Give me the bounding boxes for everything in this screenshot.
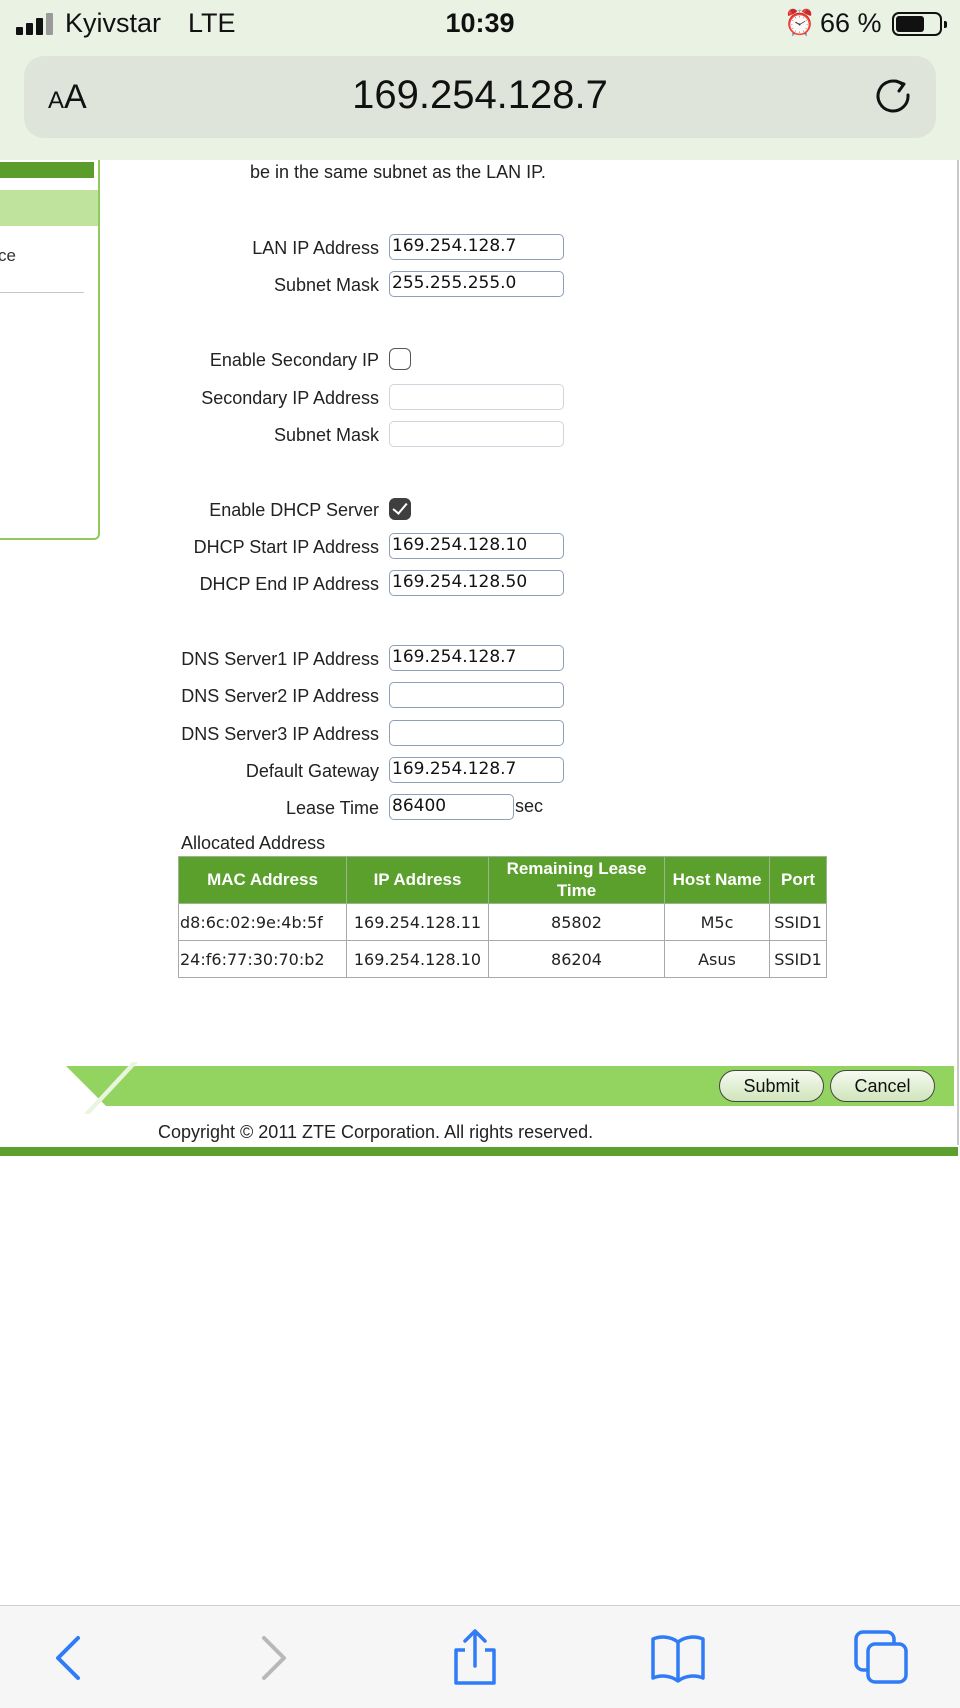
lease-remaining-cell: 86204 (488, 940, 665, 978)
copyright-text: Copyright © 2011 ZTE Corporation. All ri… (158, 1122, 594, 1142)
sidebar-header (0, 162, 94, 178)
column-header: IP Address (346, 856, 489, 904)
lan-ip-input[interactable]: 169.254.128.7 (389, 234, 564, 260)
column-header: Host Name (664, 856, 770, 904)
mac-address-cell: 24:f6:77:30:70:b2 (178, 940, 347, 978)
dns1-row: DNS Server1 IP Address 169.254.128.7 (0, 645, 960, 675)
dhcp-end-label: DHCP End IP Address (199, 574, 379, 594)
back-icon[interactable] (40, 1628, 100, 1688)
secondary-ip-enable-row: Enable Secondary IP (0, 346, 960, 376)
lease-time-label: Lease Time (285, 798, 379, 818)
forward-icon[interactable] (242, 1628, 302, 1688)
column-header: MAC Address (178, 856, 347, 904)
lan-ip-label: LAN IP Address (252, 238, 379, 258)
table-header-row: MAC Address IP Address Remaining Lease T… (178, 856, 827, 904)
action-bar: Submit Cancel (66, 1062, 954, 1114)
lease-time-unit: sec (515, 796, 544, 816)
dns1-input[interactable]: 169.254.128.7 (389, 645, 564, 671)
intro-text: be in the same subnet as the LAN IP. (250, 162, 546, 182)
secondary-mask-input[interactable] (389, 421, 564, 447)
dhcp-enable-label: Enable DHCP Server (209, 500, 379, 520)
battery-percent: 66 % (820, 8, 882, 38)
address-bar[interactable]: AA 169.254.128.7 (24, 56, 936, 138)
column-header: Port (769, 856, 827, 904)
ip-address-cell: 169.254.128.10 (346, 940, 489, 978)
gateway-row: Default Gateway 169.254.128.7 (0, 757, 960, 787)
subnet-mask-label: Subnet Mask (273, 275, 379, 295)
clock: 10:39 (445, 8, 515, 38)
share-icon[interactable] (445, 1628, 505, 1688)
column-header: Remaining Lease Time (488, 856, 665, 904)
lease-remaining-cell: 85802 (488, 903, 665, 941)
url-text[interactable]: 169.254.128.7 (24, 73, 936, 118)
secondary-ip-input[interactable] (389, 384, 564, 410)
dhcp-enable-row: Enable DHCP Server (0, 496, 960, 526)
sidebar-item-active[interactable] (0, 190, 98, 226)
subnet-mask-row: Subnet Mask 255.255.255.0 (0, 271, 960, 301)
secondary-ip-row: Secondary IP Address (0, 384, 960, 414)
secondary-mask-label: Subnet Mask (273, 425, 379, 445)
lease-time-input[interactable]: 86400 (389, 794, 514, 820)
browser-chrome: Kyivstar LTE 10:39 ⏰ 66 % AA 169.254.128… (0, 0, 960, 160)
alarm-icon: ⏰ (784, 9, 816, 37)
allocated-address-table: MAC Address IP Address Remaining Lease T… (178, 856, 827, 978)
cancel-button[interactable]: Cancel (830, 1070, 935, 1102)
port-cell: SSID1 (769, 940, 827, 978)
secondary-mask-row: Subnet Mask (0, 421, 960, 451)
dns2-input[interactable] (389, 682, 564, 708)
dns3-row: DNS Server3 IP Address (0, 720, 960, 750)
dns2-label: DNS Server2 IP Address (181, 686, 379, 706)
dhcp-end-row: DHCP End IP Address 169.254.128.50 (0, 570, 960, 600)
status-bar: Kyivstar LTE 10:39 ⏰ 66 % (0, 0, 960, 48)
dhcp-start-input[interactable]: 169.254.128.10 (389, 533, 564, 559)
table-row: 24:f6:77:30:70:b2 169.254.128.10 86204 A… (178, 940, 827, 978)
reload-icon[interactable] (872, 75, 916, 119)
battery-icon (892, 12, 947, 36)
lease-time-row: Lease Time 86400 sec (0, 794, 960, 824)
dns3-label: DNS Server3 IP Address (181, 724, 379, 744)
subnet-mask-input[interactable]: 255.255.255.0 (389, 271, 564, 297)
host-name-cell: M5c (664, 903, 770, 941)
dhcp-start-row: DHCP Start IP Address 169.254.128.10 (0, 533, 960, 563)
dns3-input[interactable] (389, 720, 564, 746)
dns2-row: DNS Server2 IP Address (0, 682, 960, 712)
tabs-icon[interactable] (852, 1628, 912, 1688)
submit-button[interactable]: Submit (719, 1070, 824, 1102)
dns1-label: DNS Server1 IP Address (181, 649, 379, 669)
secondary-ip-checkbox[interactable] (389, 348, 411, 370)
mac-address-cell: d8:6c:02:9e:4b:5f (178, 903, 347, 941)
gateway-input[interactable]: 169.254.128.7 (389, 757, 564, 783)
bookmarks-icon[interactable] (648, 1628, 708, 1688)
router-page: ce be in the same subnet as the LAN IP. … (0, 160, 960, 1605)
browser-toolbar (0, 1605, 960, 1708)
secondary-ip-label: Secondary IP Address (201, 388, 379, 408)
dhcp-end-input[interactable]: 169.254.128.50 (389, 570, 564, 596)
host-name-cell: Asus (664, 940, 770, 978)
dhcp-start-label: DHCP Start IP Address (193, 537, 379, 557)
footer-bar (0, 1147, 958, 1156)
dhcp-checkbox[interactable] (389, 498, 411, 520)
port-cell: SSID1 (769, 903, 827, 941)
gateway-label: Default Gateway (245, 761, 379, 781)
secondary-ip-enable-label: Enable Secondary IP (209, 350, 379, 370)
ip-address-cell: 169.254.128.11 (346, 903, 489, 941)
allocated-address-title: Allocated Address (181, 833, 326, 853)
table-row: d8:6c:02:9e:4b:5f 169.254.128.11 85802 M… (178, 903, 827, 941)
lan-ip-row: LAN IP Address 169.254.128.7 (0, 234, 960, 264)
